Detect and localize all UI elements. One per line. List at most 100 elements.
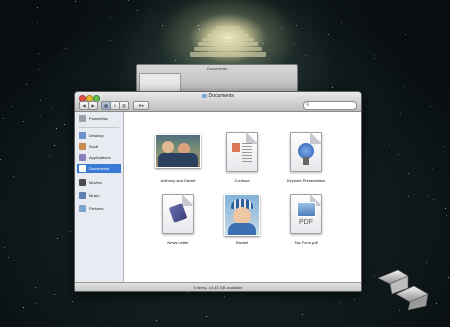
sidebar-item-applications[interactable]: Applications	[77, 153, 121, 162]
movies-icon	[79, 179, 86, 186]
star	[55, 127, 57, 129]
star	[373, 58, 375, 60]
background-window-title: Documents	[206, 66, 228, 71]
star	[110, 39, 112, 41]
star	[432, 199, 434, 201]
star	[38, 53, 40, 55]
photo-thumbnail-icon	[224, 194, 260, 236]
star	[399, 112, 401, 114]
star	[39, 99, 41, 101]
sidebar-item-music[interactable]: Music	[77, 191, 121, 200]
star	[304, 55, 306, 57]
folder-icon	[202, 93, 208, 98]
file-name: Tax Form.pdf	[294, 240, 318, 245]
pen-nib-icon	[168, 203, 188, 223]
sidebar-item-documents[interactable]: Documents	[77, 164, 121, 173]
star	[219, 20, 221, 22]
star	[339, 302, 341, 304]
sidebar-item-powermac[interactable]: PowerMac	[77, 114, 121, 123]
star	[431, 168, 433, 170]
sidebar-item-scott[interactable]: Scott	[77, 142, 121, 151]
status-bar: 9 items, 14.43 GB available	[75, 282, 361, 291]
sidebar-item-label: Movies	[89, 180, 102, 185]
star	[206, 316, 208, 318]
star	[10, 105, 12, 107]
star	[445, 215, 447, 217]
star	[447, 277, 449, 279]
pdf-document-icon: PDF	[290, 194, 322, 234]
star	[127, 0, 129, 1]
desktop-icon	[79, 132, 86, 139]
search-input[interactable]: ⚲	[303, 101, 357, 110]
star	[49, 156, 51, 158]
star	[222, 17, 224, 19]
star	[301, 314, 303, 316]
action-menu-button[interactable]: ⚙▾	[133, 101, 149, 110]
star	[256, 298, 258, 300]
star	[224, 296, 226, 298]
star	[435, 303, 437, 305]
pages-document-icon	[162, 194, 194, 234]
star	[388, 144, 390, 146]
file-item[interactable]: PDF Tax Form.pdf	[276, 192, 336, 248]
sidebar-item-movies[interactable]: Movies	[77, 178, 121, 187]
sidebar-item-label: PowerMac	[89, 116, 108, 121]
star	[445, 207, 447, 209]
star	[13, 175, 15, 177]
star	[61, 53, 63, 55]
star	[136, 9, 138, 11]
star	[69, 231, 71, 233]
forward-button[interactable]: ▶	[88, 101, 98, 110]
star	[35, 302, 37, 304]
star	[40, 115, 42, 117]
star	[25, 83, 27, 85]
sidebar-divider	[79, 127, 119, 128]
star	[64, 48, 66, 50]
star	[354, 299, 356, 301]
star	[293, 44, 295, 46]
sidebar-item-pictures[interactable]: Pictures	[77, 204, 121, 213]
sidebar-item-desktop[interactable]: Desktop	[77, 131, 121, 140]
finder-window[interactable]: Documents ◀ ▶ ▦ ≡ ▥ ⚙▾ ⚲ PowerMac Desktop…	[74, 91, 362, 292]
file-name: News Letter	[167, 240, 189, 245]
file-item[interactable]: Rachel	[212, 192, 272, 248]
home-icon	[79, 143, 86, 150]
sidebar-item-label: Desktop	[89, 133, 104, 138]
star	[156, 319, 158, 321]
star	[187, 292, 189, 294]
file-item[interactable]: Anthony and Daniel	[148, 130, 208, 186]
preview-icon	[297, 202, 316, 217]
star	[3, 117, 5, 119]
hard-drive-icon	[79, 115, 86, 122]
star	[50, 107, 52, 109]
window-title: Documents	[75, 93, 361, 99]
pictures-icon	[79, 205, 86, 212]
keynote-document-icon	[290, 132, 322, 172]
file-item[interactable]: News Letter	[148, 192, 208, 248]
file-item[interactable]: Keynote Presentation	[276, 130, 336, 186]
star	[3, 247, 5, 249]
file-item[interactable]: Contract	[212, 130, 272, 186]
star	[403, 86, 405, 88]
star	[340, 21, 342, 23]
star	[373, 55, 375, 57]
sidebar: PowerMac Desktop Scott Applications Document…	[75, 112, 124, 282]
nav-logo-icon	[377, 269, 429, 311]
file-grid: Anthony and Daniel Contract Keynote Presen…	[124, 112, 361, 282]
documents-folder-icon	[79, 165, 86, 172]
star	[71, 300, 73, 302]
star	[57, 238, 59, 240]
star	[327, 33, 329, 35]
star	[22, 307, 24, 309]
star	[35, 287, 37, 289]
star	[425, 262, 427, 264]
star	[331, 87, 333, 89]
star	[280, 28, 282, 30]
columns-icon: ▥	[122, 103, 126, 108]
star	[36, 6, 38, 8]
sidebar-item-label: Music	[89, 193, 100, 198]
column-view-button[interactable]: ▥	[119, 101, 129, 110]
photo-thumbnail-icon	[155, 134, 201, 168]
window-titlebar[interactable]: Documents ◀ ▶ ▦ ≡ ▥ ⚙▾ ⚲	[75, 92, 361, 112]
star	[148, 8, 150, 10]
